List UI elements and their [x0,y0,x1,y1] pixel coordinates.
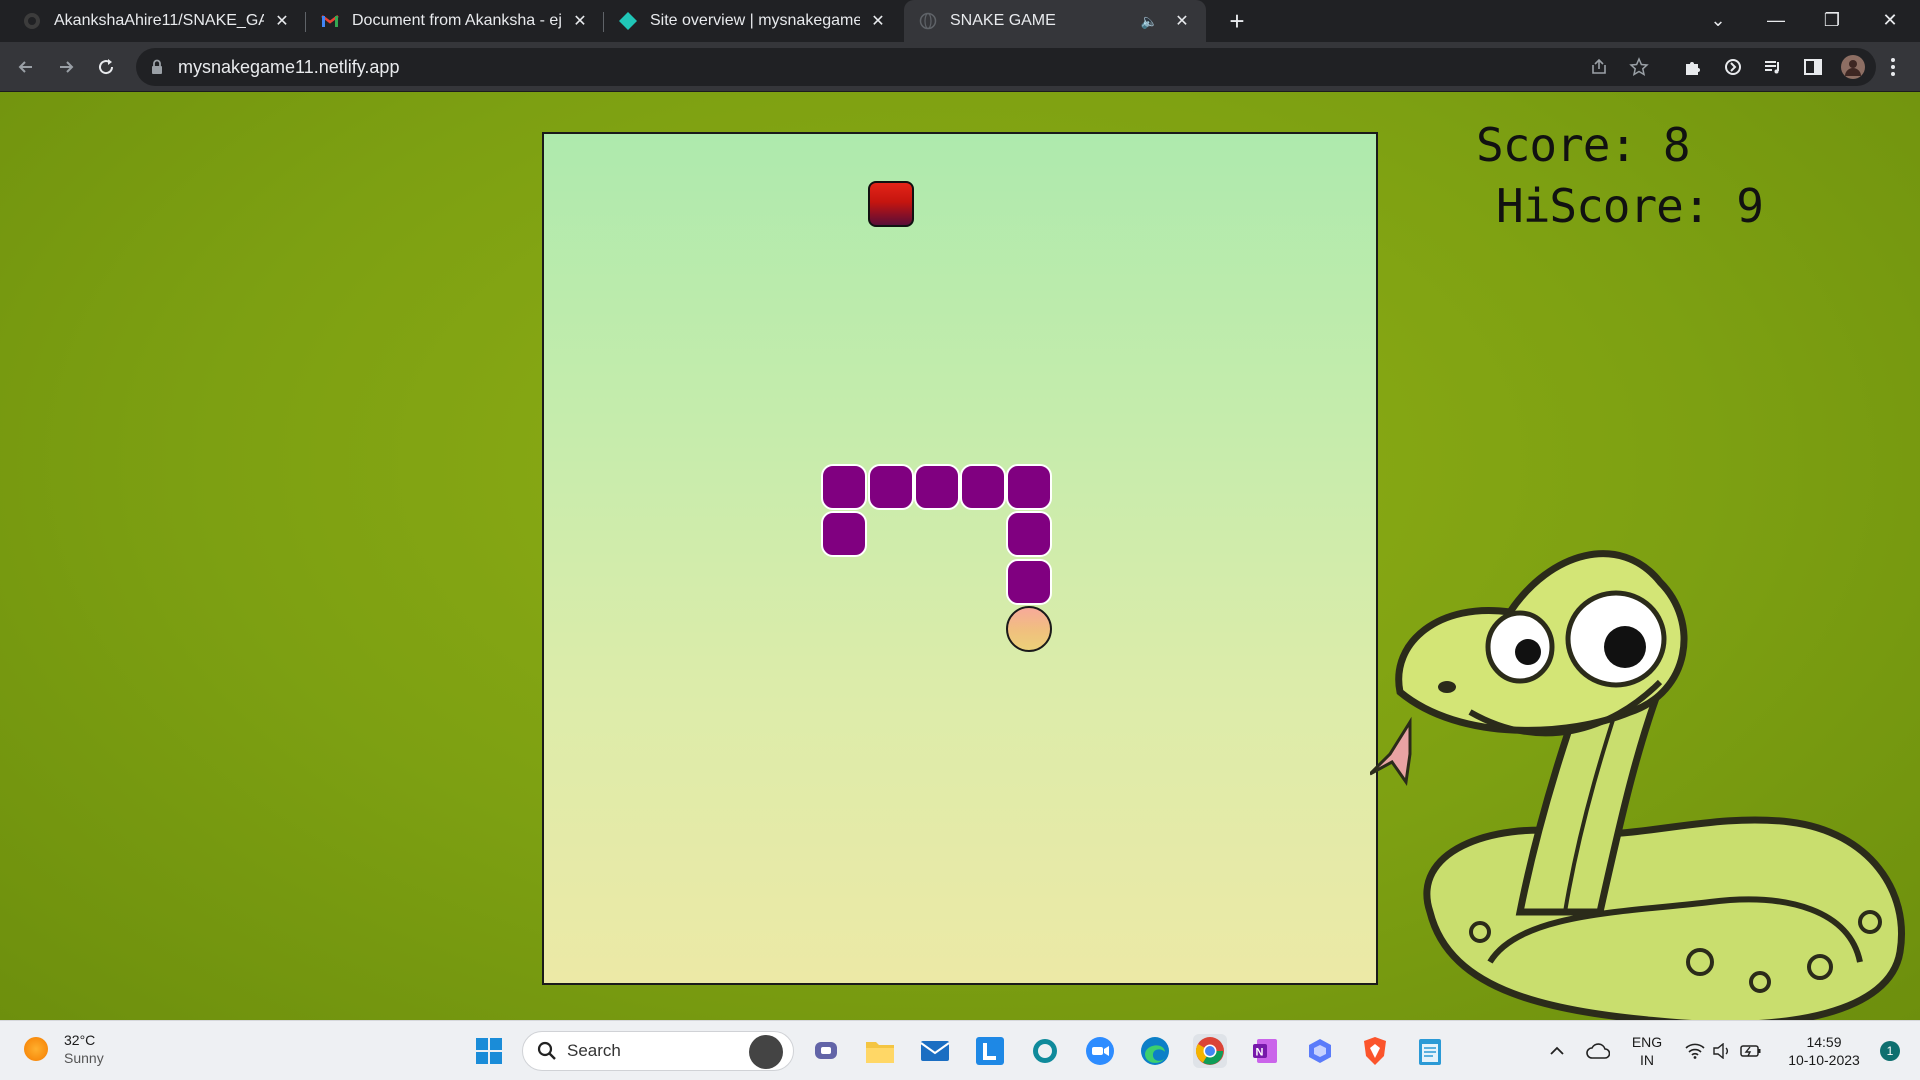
snake-head [1006,605,1053,652]
snake-segment [821,464,868,511]
browser-toolbar: mysnakegame11.netlify.app [0,42,1920,92]
clock[interactable]: 14:59 10-10-2023 [1776,1021,1872,1080]
snake-segment [1006,464,1053,511]
weather-condition: Sunny [64,1050,104,1066]
mail-icon[interactable] [918,1034,952,1068]
media-queue-icon[interactable] [1760,54,1786,80]
close-icon[interactable]: ✕ [272,11,292,31]
speaker-icon[interactable]: 🔈 [1141,13,1158,30]
reload-icon [99,59,114,75]
forward-button[interactable] [50,51,82,83]
side-panel-icon[interactable] [1800,54,1826,80]
browser-menu-icon[interactable] [1880,54,1906,80]
brave-icon[interactable] [1358,1034,1392,1068]
show-hidden-icons-chevron-icon[interactable] [1542,1021,1572,1080]
svg-text:N: N [1256,1047,1264,1059]
search-highlight-avatar [749,1035,783,1069]
game-board[interactable] [542,132,1378,985]
close-window-button[interactable]: ✕ [1862,0,1918,42]
score-display: Score: 8 [1476,118,1691,172]
snake-segment [1006,511,1053,558]
file-explorer-icon[interactable] [863,1034,897,1068]
tab-github[interactable]: AkankshaAhire11/SNAKE_GAME ✕ [8,0,306,42]
windows-logo-icon [476,1038,502,1064]
close-icon[interactable]: ✕ [570,11,590,31]
chrome-icon[interactable] [1193,1034,1227,1068]
profile-avatar[interactable] [1840,54,1866,80]
snake-segment [821,511,868,558]
arrow-left-icon [18,61,32,73]
snake-segment [867,464,914,511]
extension-icon[interactable] [1720,54,1746,80]
page-content: Score: 8 HiScore: 9 [0,92,1920,1020]
tab-snake-game[interactable]: SNAKE GAME 🔈 ✕ [904,0,1206,42]
netlify-icon [618,11,638,31]
copilot-icon[interactable] [1303,1034,1337,1068]
hiscore-display: HiScore: 9 [1496,179,1764,233]
l-app-icon[interactable] [973,1034,1007,1068]
tab-title: Site overview | mysnakegame11 [650,12,860,29]
windows-taskbar: 32°C Sunny Search N ENG IN 14:59 10-10-2… [0,1020,1920,1080]
edge-icon[interactable] [1138,1034,1172,1068]
tab-title: AkankshaAhire11/SNAKE_GAME [54,12,264,29]
start-button[interactable] [472,1034,506,1068]
back-button[interactable] [10,51,42,83]
lock-icon [152,59,162,74]
notepad-icon[interactable] [1413,1034,1447,1068]
weather-temperature: 32°C [64,1032,96,1048]
taskbar-search[interactable]: Search [522,1031,794,1071]
volume-icon[interactable] [1708,1021,1736,1080]
battery-charging-icon[interactable] [1736,1021,1766,1080]
new-tab-button[interactable]: + [1222,6,1252,36]
search-placeholder: Search [567,1041,621,1060]
teams-chat-icon[interactable] [809,1034,843,1068]
url-text: mysnakegame11.netlify.app [178,57,400,77]
onedrive-cloud-icon[interactable] [1582,1021,1614,1080]
snake-segment [960,464,1007,511]
language-code: ENG [1631,1034,1663,1050]
search-icon [537,1041,556,1060]
restore-button[interactable]: ❐ [1804,0,1860,42]
food-block [867,181,914,228]
arrow-right-icon [60,61,74,73]
tab-title: SNAKE GAME [950,12,1056,29]
tab-netlify[interactable]: Site overview | mysnakegame11 ✕ [604,0,902,42]
close-icon[interactable]: ✕ [1172,11,1192,31]
github-icon [22,11,42,31]
language-indicator[interactable]: ENG IN [1622,1021,1672,1080]
tab-title: Document from Akanksha - ejas [352,12,562,29]
address-bar[interactable]: mysnakegame11.netlify.app [136,48,1876,86]
region-code: IN [1640,1052,1654,1068]
snake-segment [913,464,960,511]
extensions-puzzle-icon[interactable] [1680,54,1706,80]
wifi-icon[interactable] [1680,1021,1710,1080]
browser-tab-strip: AkankshaAhire11/SNAKE_GAME ✕ Document fr… [0,0,1920,42]
zoom-icon[interactable] [1083,1034,1117,1068]
snake-segment [1006,558,1053,605]
tab-search-chevron-icon[interactable]: ⌄ [1690,0,1746,42]
tab-gmail[interactable]: Document from Akanksha - ejas ✕ [306,0,604,42]
reload-button[interactable] [90,51,122,83]
clock-time: 14:59 [1806,1034,1842,1050]
sun-icon [24,1037,48,1061]
notification-badge[interactable]: 1 [1872,1021,1908,1080]
cortana-circle-icon[interactable] [1028,1034,1062,1068]
close-icon[interactable]: ✕ [868,11,888,31]
clock-date: 10-10-2023 [1788,1052,1860,1068]
globe-icon [918,11,938,31]
gmail-icon [320,11,340,31]
cartoon-snake-illustration [1370,550,1905,1020]
onenote-icon[interactable]: N [1248,1034,1282,1068]
share-icon[interactable] [1586,54,1612,80]
minimize-button[interactable]: — [1748,0,1804,42]
bookmark-star-icon[interactable] [1626,54,1652,80]
weather-widget[interactable]: 32°C Sunny [24,1031,104,1067]
